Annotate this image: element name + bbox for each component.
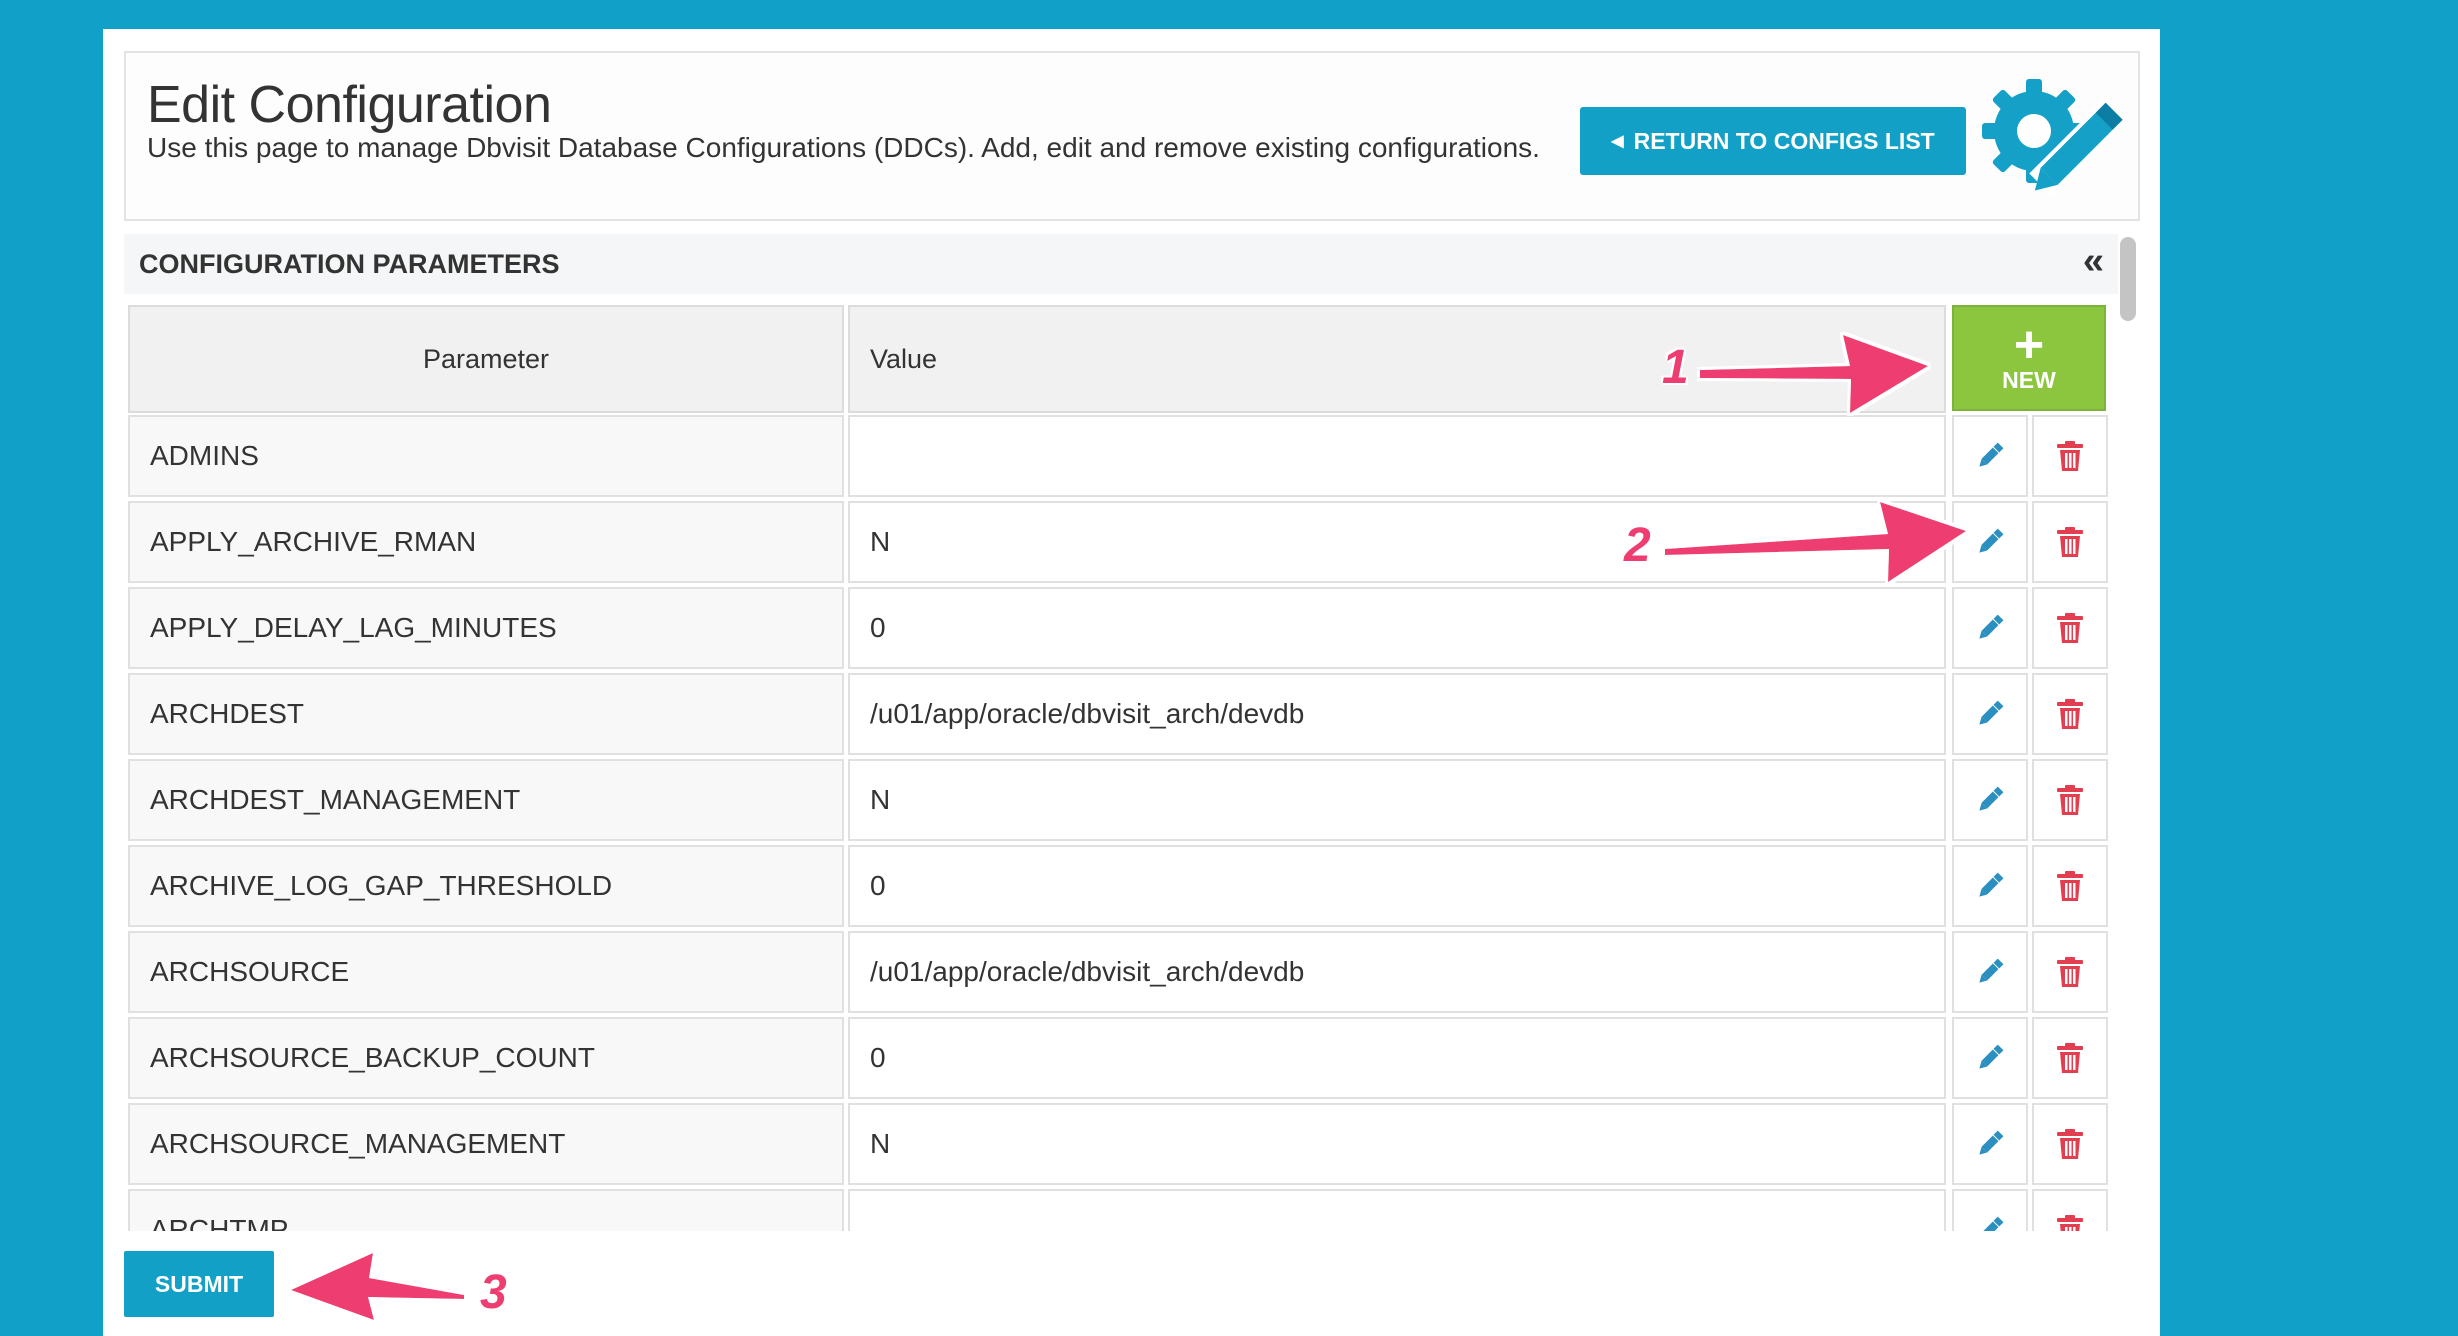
gear-pencil-icon (1982, 79, 2126, 197)
new-button-label: NEW (2002, 366, 2056, 393)
edit-button[interactable] (1952, 931, 2028, 1013)
page-description: Use this page to manage Dbvisit Database… (147, 132, 1540, 163)
page-title: Edit Configuration (147, 76, 552, 134)
pencil-icon (1979, 614, 2004, 639)
edit-button[interactable] (1952, 759, 2028, 841)
annotation-number-1: 1 (1662, 341, 1689, 394)
parameters-table: Parameter Value + NEW ADMINS APPLY_ARCHIV… (128, 305, 2123, 1231)
parameter-name: ARCHSOURCE_BACKUP_COUNT (128, 1017, 844, 1099)
section-title: CONFIGURATION PARAMETERS (139, 249, 560, 279)
annotation-number-2: 2 (1624, 519, 1651, 572)
table-header: Parameter Value + NEW (128, 305, 2123, 413)
parameter-value (848, 415, 1946, 497)
page-header: Edit Configuration Use this page to mana… (124, 51, 2140, 221)
trash-icon (2057, 613, 2083, 643)
pencil-icon (1979, 958, 2004, 983)
table-row: ARCHSOURCE_BACKUP_COUNT 0 (128, 1017, 2123, 1099)
edit-button[interactable] (1952, 1189, 2028, 1231)
trash-icon (2057, 441, 2083, 471)
table-row: ARCHDEST_MANAGEMENT N (128, 759, 2123, 841)
trash-icon (2057, 527, 2083, 557)
parameter-name: ARCHIVE_LOG_GAP_THRESHOLD (128, 845, 844, 927)
edit-button[interactable] (1952, 587, 2028, 669)
delete-button[interactable] (2032, 587, 2108, 669)
pencil-icon (1979, 1044, 2004, 1069)
table-row: ARCHSOURCE/u01/app/oracle/dbvisit_arch/d… (128, 931, 2123, 1013)
trash-icon (2057, 785, 2083, 815)
delete-button[interactable] (2032, 501, 2108, 583)
edit-button[interactable] (1952, 1017, 2028, 1099)
return-button-label: RETURN TO CONFIGS LIST (1633, 127, 1935, 154)
parameter-value: /u01/app/oracle/dbvisit_arch/devdb (848, 673, 1946, 755)
parameter-value: N (848, 1103, 1946, 1185)
parameter-value: N (848, 501, 1946, 583)
table-row: APPLY_ARCHIVE_RMAN N (128, 501, 2123, 583)
pencil-icon (1979, 786, 2004, 811)
parameter-value: N (848, 759, 1946, 841)
pencil-icon (1979, 872, 2004, 897)
edit-button[interactable] (1952, 415, 2028, 497)
parameter-value: 0 (848, 587, 1946, 669)
pencil-icon (1979, 442, 2004, 467)
delete-button[interactable] (2032, 759, 2108, 841)
pencil-icon (1979, 1130, 2004, 1155)
footer-area (103, 1231, 2160, 1336)
edit-button[interactable] (1952, 673, 2028, 755)
parameter-name: APPLY_DELAY_LAG_MINUTES (128, 587, 844, 669)
edit-button[interactable] (1952, 1103, 2028, 1185)
edit-button[interactable] (1952, 501, 2028, 583)
double-chevron-left-icon[interactable]: « (2083, 242, 2104, 280)
table-row: ARCHTMP (128, 1189, 2123, 1231)
delete-button[interactable] (2032, 1103, 2108, 1185)
trash-icon (2057, 871, 2083, 901)
edit-button[interactable] (1952, 845, 2028, 927)
pencil-icon (1979, 528, 2004, 553)
parameter-name: ADMINS (128, 415, 844, 497)
table-row: APPLY_DELAY_LAG_MINUTES 0 (128, 587, 2123, 669)
table-row: ARCHIVE_LOG_GAP_THRESHOLD 0 (128, 845, 2123, 927)
delete-button[interactable] (2032, 415, 2108, 497)
trash-icon (2057, 699, 2083, 729)
parameter-name: APPLY_ARCHIVE_RMAN (128, 501, 844, 583)
delete-button[interactable] (2032, 845, 2108, 927)
parameter-value: 0 (848, 1017, 1946, 1099)
new-parameter-button[interactable]: + NEW (1952, 305, 2106, 411)
parameter-name: ARCHTMP (128, 1189, 844, 1231)
trash-icon (2057, 1215, 2083, 1231)
parameter-name: ARCHSOURCE (128, 931, 844, 1013)
column-header-parameter: Parameter (128, 305, 844, 413)
table-row: ARCHDEST/u01/app/oracle/dbvisit_arch/dev… (128, 673, 2123, 755)
main-panel: Edit Configuration Use this page to mana… (103, 29, 2160, 1336)
pencil-icon (1981, 1216, 2004, 1231)
trash-icon (2057, 1043, 2083, 1073)
return-to-configs-button[interactable]: ◀ RETURN TO CONFIGS LIST (1580, 107, 1966, 175)
delete-button[interactable] (2032, 673, 2108, 755)
delete-button[interactable] (2032, 931, 2108, 1013)
trash-icon (2057, 957, 2083, 987)
parameter-name: ARCHSOURCE_MANAGEMENT (128, 1103, 844, 1185)
submit-button[interactable]: SUBMIT (124, 1251, 274, 1317)
plus-icon: + (2013, 315, 2045, 374)
column-header-value: Value (848, 305, 1946, 413)
trash-icon (2057, 1129, 2083, 1159)
annotation-number-3: 3 (480, 1266, 507, 1319)
table-row: ADMINS (128, 415, 2123, 497)
parameter-value: /u01/app/oracle/dbvisit_arch/devdb (848, 931, 1946, 1013)
left-triangle-icon: ◀ (1611, 133, 1624, 150)
delete-button[interactable] (2032, 1017, 2108, 1099)
parameter-name: ARCHDEST_MANAGEMENT (128, 759, 844, 841)
delete-button[interactable] (2032, 1189, 2108, 1231)
table-row: ARCHSOURCE_MANAGEMENT N (128, 1103, 2123, 1185)
parameter-value: 0 (848, 845, 1946, 927)
pencil-icon (1979, 700, 2004, 725)
parameter-name: ARCHDEST (128, 673, 844, 755)
parameter-value (848, 1189, 1946, 1231)
configuration-parameters-header[interactable]: CONFIGURATION PARAMETERS « (124, 234, 2118, 294)
